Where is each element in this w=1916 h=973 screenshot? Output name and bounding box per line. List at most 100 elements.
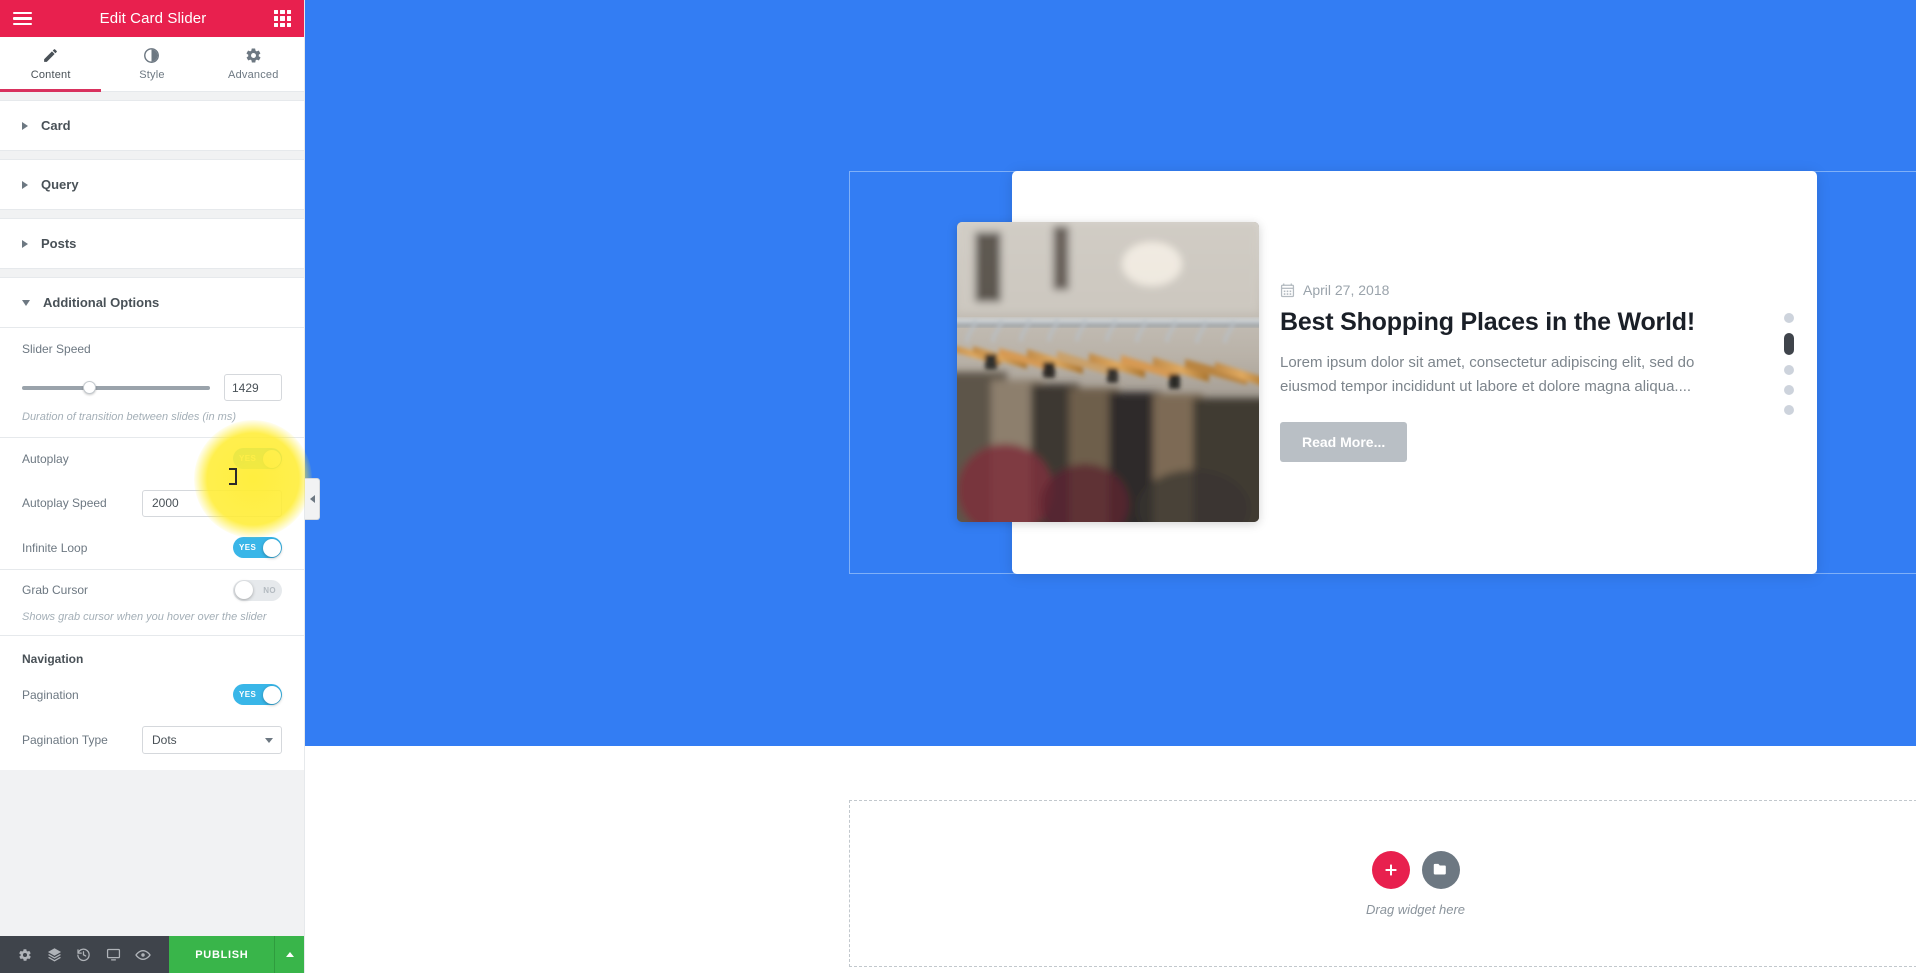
section-additional-options-label: Additional Options bbox=[43, 295, 160, 310]
add-section-plus-icon[interactable] bbox=[1371, 850, 1410, 889]
pagination-dot[interactable] bbox=[1784, 405, 1794, 415]
section-separator bbox=[0, 92, 304, 101]
autoplay-speed-label: Autoplay Speed bbox=[22, 496, 107, 511]
chevron-right-icon bbox=[22, 121, 28, 130]
control-autoplay: Autoplay YES bbox=[0, 437, 304, 480]
pagination-dot-active[interactable] bbox=[1784, 333, 1794, 355]
post-excerpt: Lorem ipsum dolor sit amet, consectetur … bbox=[1280, 354, 1695, 395]
gear-icon bbox=[245, 47, 262, 64]
chevron-left-icon bbox=[309, 495, 315, 503]
chevron-down-icon bbox=[22, 299, 30, 306]
tab-style[interactable]: Style bbox=[101, 37, 202, 91]
toggle-knob bbox=[262, 685, 281, 704]
tab-advanced[interactable]: Advanced bbox=[203, 37, 304, 91]
panel-tabs: Content Style Advanced bbox=[0, 37, 304, 92]
post-title[interactable]: Best Shopping Places in the World! bbox=[1280, 308, 1750, 337]
contrast-circle-icon bbox=[143, 47, 160, 64]
post-meta: April 27, 2018 bbox=[1280, 282, 1750, 298]
section-separator bbox=[0, 151, 304, 160]
tab-content[interactable]: Content bbox=[0, 37, 102, 92]
history-revisions-icon[interactable] bbox=[69, 936, 98, 973]
section-query[interactable]: Query bbox=[0, 160, 304, 210]
panel-footer: PUBLISH bbox=[0, 936, 304, 973]
add-template-folder-icon[interactable] bbox=[1421, 850, 1460, 889]
elementor-editor: Edit Card Slider Content Style Advanced … bbox=[0, 0, 1916, 973]
control-grab-cursor: Grab Cursor NO Shows grab cursor when yo… bbox=[0, 569, 304, 636]
drag-widget-drop-zone[interactable]: Drag widget here bbox=[849, 800, 1916, 967]
grab-cursor-toggle[interactable]: NO bbox=[233, 579, 282, 601]
range-knob[interactable] bbox=[83, 381, 97, 394]
pencil-icon bbox=[42, 47, 59, 64]
slider-speed-description: Duration of transition between slides (i… bbox=[22, 411, 236, 423]
hamburger-icon[interactable] bbox=[13, 11, 32, 26]
slider-speed-range[interactable] bbox=[22, 381, 210, 395]
slider-speed-row bbox=[22, 374, 282, 401]
panel-header: Edit Card Slider bbox=[0, 0, 304, 37]
toggle-knob bbox=[262, 538, 281, 557]
range-track bbox=[22, 385, 210, 390]
slider-speed-label: Slider Speed bbox=[22, 342, 91, 356]
section-card[interactable]: Card bbox=[0, 101, 304, 151]
navigator-layers-icon[interactable] bbox=[39, 936, 68, 973]
post-thumbnail bbox=[957, 222, 1259, 522]
section-card-label: Card bbox=[41, 118, 71, 133]
pagination-type-select[interactable]: Dots bbox=[142, 725, 282, 754]
clothes-rack-photo bbox=[957, 222, 1259, 522]
navigation-group-title: Navigation bbox=[0, 635, 304, 674]
panel-title: Edit Card Slider bbox=[99, 10, 207, 27]
drop-zone-label: Drag widget here bbox=[1366, 901, 1465, 917]
pagination-type-label: Pagination Type bbox=[22, 732, 108, 747]
slider-pagination-dots bbox=[1784, 313, 1794, 415]
grab-cursor-label: Grab Cursor bbox=[22, 583, 89, 598]
section-separator bbox=[0, 269, 304, 278]
grab-cursor-description: Shows grab cursor when you hover over th… bbox=[22, 610, 267, 623]
autoplay-toggle-state: YES bbox=[239, 454, 257, 464]
slider-speed-input[interactable] bbox=[224, 374, 282, 401]
preview-canvas: April 27, 2018 Best Shopping Places in t… bbox=[305, 0, 1916, 973]
pagination-type-select-wrap: Dots bbox=[142, 725, 282, 754]
drop-zone-buttons bbox=[1371, 850, 1460, 889]
infinite-loop-label: Infinite Loop bbox=[22, 540, 88, 555]
chevron-right-icon bbox=[22, 180, 28, 189]
pagination-dot[interactable] bbox=[1784, 385, 1794, 395]
panel-collapse-handle[interactable] bbox=[305, 478, 320, 520]
settings-gear-icon[interactable] bbox=[10, 936, 39, 973]
panel-empty-area bbox=[0, 769, 304, 936]
tab-advanced-label: Advanced bbox=[228, 69, 279, 81]
grab-cursor-toggle-state: NO bbox=[263, 585, 276, 595]
control-infinite-loop: Infinite Loop YES bbox=[0, 526, 304, 569]
editor-panel: Edit Card Slider Content Style Advanced … bbox=[0, 0, 305, 973]
publish-options-chevron-up-icon[interactable] bbox=[274, 936, 304, 973]
pagination-dot[interactable] bbox=[1784, 313, 1794, 323]
control-autoplay-speed: Autoplay Speed bbox=[0, 479, 304, 527]
calendar-icon bbox=[1280, 282, 1295, 298]
section-separator bbox=[0, 210, 304, 219]
responsive-mode-icon[interactable] bbox=[98, 936, 127, 973]
read-more-button[interactable]: Read More... bbox=[1280, 422, 1408, 463]
toggle-knob bbox=[262, 449, 281, 468]
infinite-loop-toggle-state: YES bbox=[239, 543, 257, 553]
pagination-toggle-state: YES bbox=[239, 690, 257, 700]
section-additional-options[interactable]: Additional Options bbox=[0, 278, 304, 328]
autoplay-speed-input[interactable] bbox=[142, 489, 282, 517]
section-posts-label: Posts bbox=[41, 236, 77, 251]
post-date: April 27, 2018 bbox=[1303, 282, 1390, 298]
autoplay-toggle[interactable]: YES bbox=[233, 448, 282, 470]
pagination-label: Pagination bbox=[22, 687, 79, 702]
section-query-label: Query bbox=[41, 177, 79, 192]
infinite-loop-toggle[interactable]: YES bbox=[233, 537, 282, 559]
tab-style-label: Style bbox=[139, 69, 165, 81]
control-slider-speed: Slider Speed Duration of transition betw… bbox=[0, 328, 304, 438]
tab-content-label: Content bbox=[30, 69, 71, 81]
publish-button[interactable]: PUBLISH bbox=[169, 936, 275, 973]
chevron-right-icon bbox=[22, 239, 28, 248]
widgets-grid-icon[interactable] bbox=[274, 10, 291, 27]
control-pagination-type: Pagination Type Dots bbox=[0, 715, 304, 770]
pagination-dot[interactable] bbox=[1784, 365, 1794, 375]
control-pagination: Pagination YES bbox=[0, 673, 304, 716]
toggle-knob bbox=[234, 581, 253, 600]
autoplay-label: Autoplay bbox=[22, 451, 69, 466]
preview-eye-icon[interactable] bbox=[128, 936, 157, 973]
pagination-toggle[interactable]: YES bbox=[233, 684, 282, 706]
section-posts[interactable]: Posts bbox=[0, 219, 304, 269]
